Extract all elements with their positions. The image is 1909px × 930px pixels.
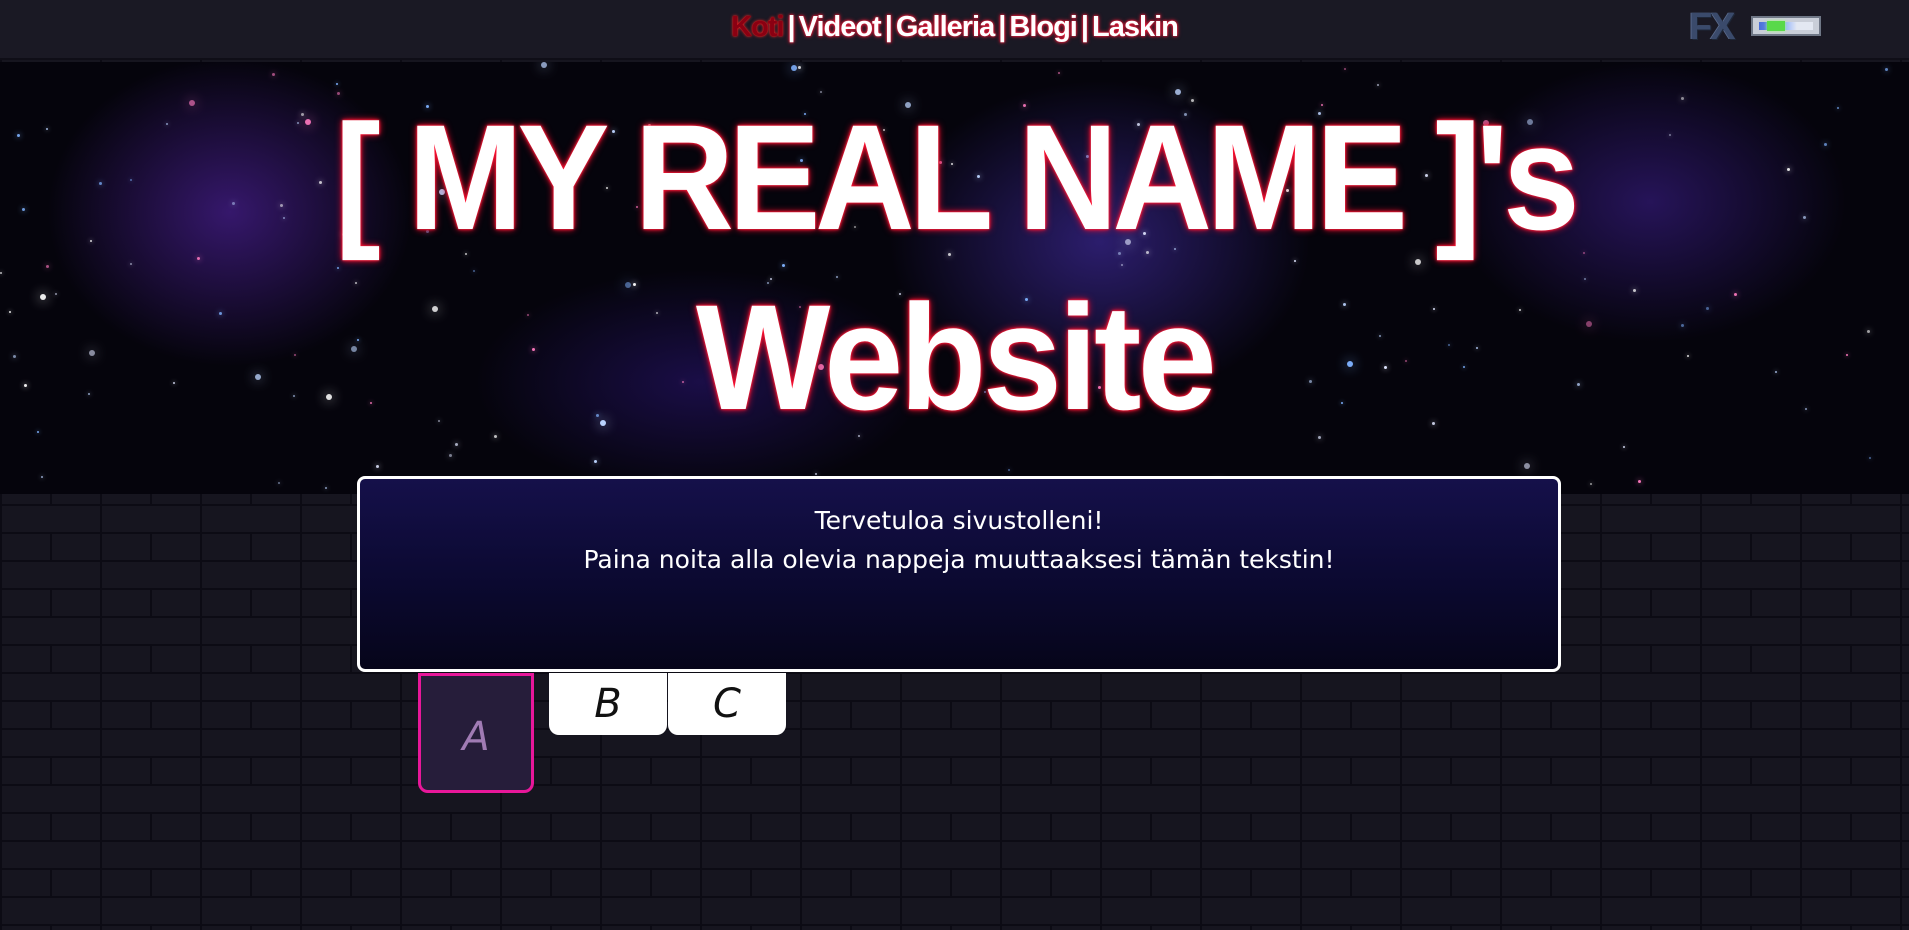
tab-b-button[interactable]: B [549,673,667,735]
nav-link-blogi[interactable]: Blogi [1009,11,1077,43]
nav-separator: | [787,11,796,43]
nav-links: Koti | Videot | Galleria | Blogi | Laskin [0,11,1909,44]
message-box: Tervetuloa sivustolleni! Paina noita all… [357,476,1561,672]
site-title-line1: [ MY REAL NAME ]'s [334,93,1580,261]
tab-a-button[interactable]: A [418,673,534,793]
nav-link-koti[interactable]: Koti [731,11,784,43]
nav-separator: | [1080,11,1089,43]
site-title: [ MY REAL NAME ]'s Website [0,102,1909,432]
nav-separator: | [998,11,1006,43]
fx-toggle-button[interactable]: FX [1689,6,1821,48]
hero-banner: [ MY REAL NAME ]'s Website [0,62,1909,494]
tab-c-button[interactable]: C [668,673,786,735]
nav-link-galleria[interactable]: Galleria [896,11,995,43]
nav-separator: | [884,11,893,43]
message-line-2: Paina noita alla olevia nappeja muuttaak… [583,545,1335,574]
site-title-line2: Website [695,273,1217,441]
nav-link-videot[interactable]: Videot [799,11,882,43]
message-line-1: Tervetuloa sivustolleni! [814,506,1104,535]
toggle-switch-icon [1751,16,1821,36]
top-nav-bar: Koti | Videot | Galleria | Blogi | Laskin FX [0,0,1909,60]
nav-link-laskin[interactable]: Laskin [1092,11,1179,43]
fx-label: FX [1689,6,1736,48]
page: Koti | Videot | Galleria | Blogi | Laskin FX [ M… [0,0,1909,930]
